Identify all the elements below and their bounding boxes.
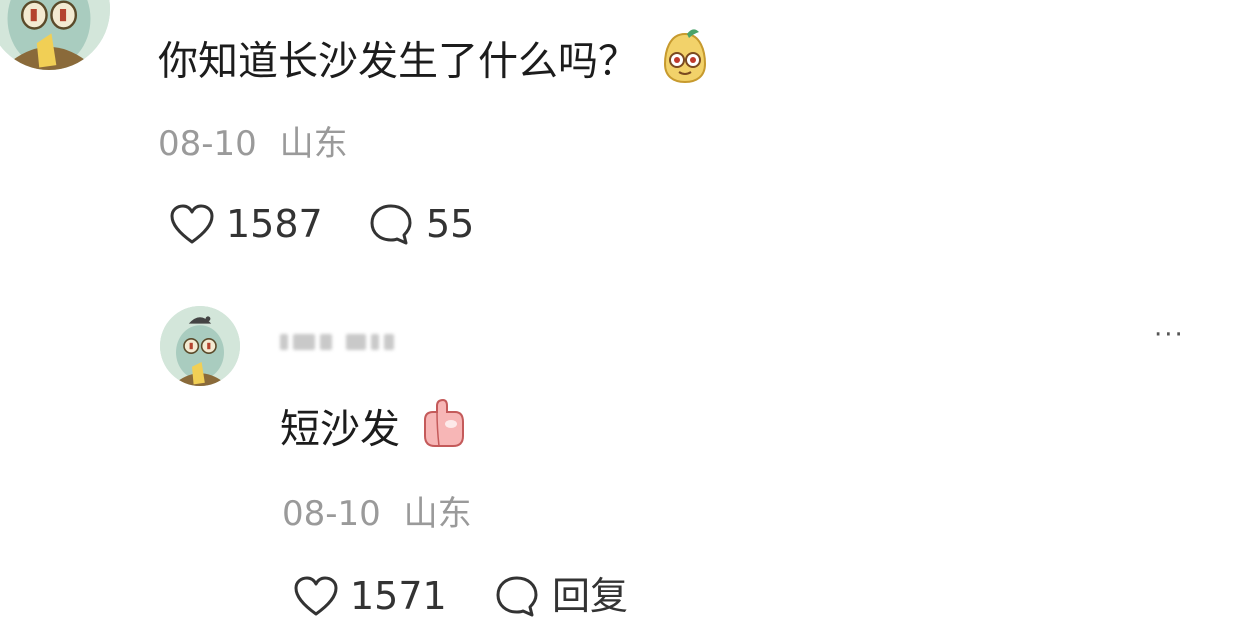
- heart-outline-icon: [292, 574, 340, 618]
- thumbs-up-emoji-icon: [417, 398, 469, 465]
- reply-text-row: 短沙发: [280, 398, 469, 465]
- comment-date: 08-10: [158, 124, 257, 164]
- comment-text: 你知道长沙发生了什么吗？: [158, 38, 638, 85]
- comment-location: 山东: [279, 124, 348, 164]
- heart-outline-icon: [168, 202, 216, 246]
- comment-like-count: 1587: [226, 202, 323, 246]
- comment-text-row: 你知道长沙发生了什么吗？: [158, 28, 711, 99]
- comment-meta: 08-10 山东: [158, 122, 348, 166]
- more-dots-icon[interactable]: ···: [1154, 320, 1185, 350]
- reply-reply-label: 回复: [552, 574, 629, 618]
- comment-reply-button[interactable]: 55: [368, 202, 474, 246]
- reply-like-button[interactable]: 1571: [292, 574, 447, 618]
- comment-like-button[interactable]: 1587: [168, 202, 323, 246]
- reply-meta: 08-10 山东: [282, 492, 472, 536]
- comment-thread: 你知道长沙发生了什么吗？ 08-10 山东 1587 55 ··· 短沙发 08…: [0, 0, 1256, 624]
- replier-avatar[interactable]: [160, 306, 240, 386]
- reply-reply-button[interactable]: 回复: [494, 574, 628, 618]
- speech-bubble-icon: [368, 202, 414, 246]
- pear-face-emoji-icon: [659, 28, 711, 99]
- replier-username-redacted[interactable]: [280, 334, 394, 350]
- reply-text: 短沙发: [280, 406, 400, 453]
- reply-location: 山东: [403, 494, 472, 534]
- reply-date: 08-10: [282, 494, 381, 534]
- commenter-avatar[interactable]: [0, 0, 110, 70]
- reply-like-count: 1571: [350, 574, 447, 618]
- speech-bubble-icon: [494, 574, 540, 618]
- comment-reply-count: 55: [426, 202, 475, 246]
